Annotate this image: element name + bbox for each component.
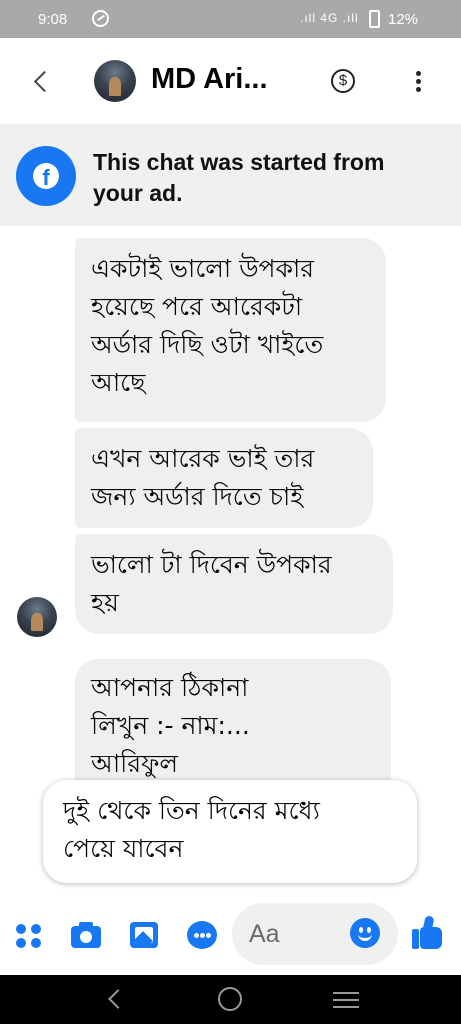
- sender-avatar[interactable]: [17, 597, 57, 637]
- status-time: 9:08: [38, 11, 68, 28]
- battery-icon: [369, 10, 380, 28]
- battery-percent: 12%: [388, 11, 419, 28]
- signal-indicators: .ıll 4G .ıll: [300, 11, 359, 25]
- message-bubble[interactable]: ভালো টা দিবেন উপকার হয়: [75, 534, 393, 634]
- message-line: হয়: [91, 588, 119, 617]
- message-line: অর্ডার দিছি ওটা খাইতে: [91, 330, 324, 359]
- facebook-logo-letter: f: [33, 163, 59, 189]
- status-bar: 9:08 .ıll 4G .ıll 12%: [0, 0, 461, 38]
- back-arrow-icon[interactable]: [28, 64, 56, 98]
- message-line: জন্য অর্ডার দিতে চাই: [91, 482, 304, 511]
- nav-recents-icon[interactable]: [333, 990, 359, 1010]
- message-line: এখন আরেক ভাই তার: [91, 444, 315, 473]
- gallery-icon[interactable]: [128, 919, 160, 951]
- message-line: ভালো টা দিবেন উপকার: [91, 550, 332, 579]
- thumbs-up-icon[interactable]: [410, 915, 444, 951]
- suggested-reply[interactable]: দুই থেকে তিন দিনের মধ্যে পেয়ে যাবেন: [43, 780, 417, 883]
- emoji-icon[interactable]: [350, 918, 380, 948]
- contact-avatar[interactable]: [94, 60, 136, 102]
- more-options-icon[interactable]: [408, 69, 428, 95]
- chat-bubble-icon[interactable]: [186, 919, 218, 951]
- message-line: আছে: [91, 368, 146, 397]
- chat-header: MD Ari... $: [0, 38, 461, 124]
- nav-home-icon[interactable]: [218, 987, 242, 1011]
- message-bubble[interactable]: আপনার ঠিকানা লিখুন :- নাম:... আরিফুল: [75, 659, 391, 799]
- message-line: আরিফুল: [91, 749, 178, 778]
- sync-icon: [92, 10, 109, 27]
- facebook-logo-icon: f: [16, 146, 76, 206]
- payment-dollar-icon[interactable]: $: [331, 69, 355, 93]
- ad-banner-text: This chat was started from your ad.: [93, 149, 385, 206]
- message-composer: [0, 899, 461, 975]
- message-bubble[interactable]: এখন আরেক ভাই তার জন্য অর্ডার দিতে চাই: [75, 428, 373, 528]
- message-bubble[interactable]: একটাই ভালো উপকার হয়েছে পরে আরেকটা অর্ডা…: [75, 238, 386, 422]
- message-line: হয়েছে পরে আরেকটা: [91, 292, 303, 321]
- message-line: একটাই ভালো উপকার: [91, 254, 315, 283]
- ad-origin-banner: f This chat was started from your ad.: [0, 124, 461, 226]
- message-line: লিখুন :- নাম:...: [91, 711, 250, 740]
- suggested-reply-line: পেয়ে যাবেন: [63, 834, 184, 863]
- contact-name[interactable]: MD Ari...: [151, 63, 268, 96]
- suggested-reply-line: দুই থেকে তিন দিনের মধ্যে: [63, 796, 320, 825]
- nav-back-icon[interactable]: [105, 988, 127, 1010]
- grid-menu-icon[interactable]: [14, 919, 46, 951]
- system-nav-bar: [0, 975, 461, 1024]
- message-line: আপনার ঠিকানা: [91, 673, 249, 702]
- camera-icon[interactable]: [70, 919, 102, 951]
